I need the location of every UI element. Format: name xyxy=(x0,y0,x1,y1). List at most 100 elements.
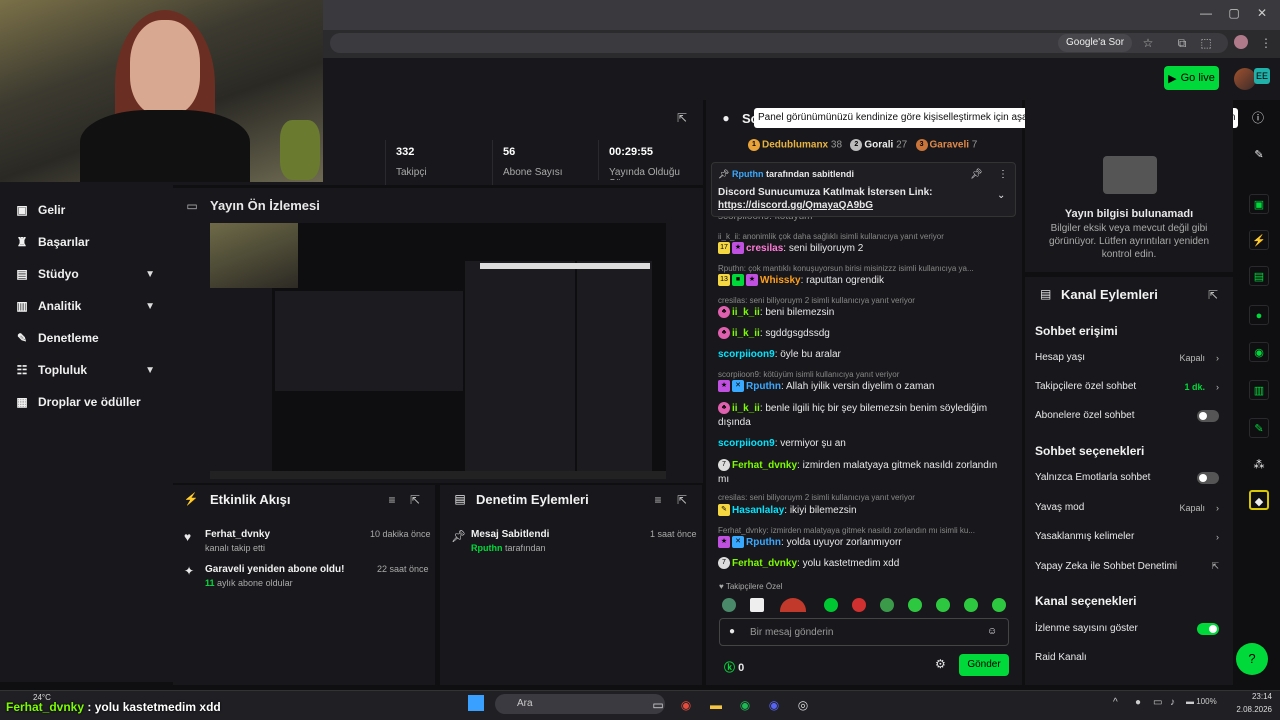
emote-icon[interactable] xyxy=(964,598,978,612)
chat-username[interactable]: ii_k_ii xyxy=(732,403,760,414)
chat-input-placeholder: Bir mesaj gönderin xyxy=(750,627,834,638)
chevron-down-icon[interactable]: ⌄ xyxy=(997,190,1005,201)
sidebar-item-moderation[interactable]: ✎ Denetleme xyxy=(15,328,165,348)
pinned-by: Rputhn xyxy=(731,169,764,179)
chat-icon[interactable]: ● xyxy=(1249,305,1269,325)
battery-indicator[interactable]: ▬ 100% xyxy=(1186,697,1217,706)
chat-username[interactable]: Hasanlalay xyxy=(732,505,784,516)
sidebar-item-community[interactable]: ☷ Topluluk ▼ xyxy=(15,360,165,380)
ai-moderation-row[interactable]: Yapay Zeka ile Sohbet Denetimi ⇱ xyxy=(1035,561,1225,572)
channel-points[interactable]: ⓚ 0 xyxy=(724,659,744,675)
chat-message: ★ ✕ Rputhn: Allah iyilik versin diyelim o … xyxy=(718,380,1008,394)
subscriber-chat-row[interactable]: Abonelere özel sohbet xyxy=(1035,409,1225,422)
slow-mode-row[interactable]: Yavaş mod Kapalı › xyxy=(1035,502,1225,513)
mic-icon[interactable]: ● xyxy=(1135,697,1141,708)
chat-username[interactable]: Ferhat_dvnky xyxy=(732,558,797,569)
popout-icon[interactable]: ⇱ xyxy=(1205,287,1221,303)
smiley-icon[interactable]: ☺ xyxy=(987,626,997,637)
secondary-avatar[interactable]: EE xyxy=(1254,68,1270,84)
filter-icon[interactable]: ≡ xyxy=(384,492,400,508)
taskview-icon[interactable]: ▭ xyxy=(648,695,668,715)
settings-gear-icon[interactable]: ⚙ xyxy=(935,657,946,671)
emote-icon[interactable] xyxy=(908,598,922,612)
menu-icon[interactable]: ⋮ xyxy=(1258,35,1274,51)
drops-icon[interactable]: ◆ xyxy=(1249,490,1269,510)
profile-avatar[interactable] xyxy=(1234,35,1248,49)
chat-username[interactable]: scorpiioon9 xyxy=(718,438,775,449)
info-icon[interactable]: ⓘ xyxy=(1250,110,1266,126)
chat-username[interactable]: Whissky xyxy=(760,275,801,286)
send-button[interactable]: Gönder xyxy=(959,654,1009,676)
spotify-icon[interactable]: ◉ xyxy=(735,695,755,715)
taskbar-search[interactable]: Ara xyxy=(495,694,665,714)
maximize-button[interactable]: ▢ xyxy=(1224,6,1244,22)
row-label: Yavaş mod xyxy=(1035,502,1085,513)
filter-icon[interactable]: ≡ xyxy=(650,492,666,508)
chat-username[interactable]: Rputhn xyxy=(746,537,781,548)
cast-icon[interactable]: ⧉ xyxy=(1174,35,1190,51)
sidebar-item-analytics[interactable]: ▥ Analitik ▼ xyxy=(15,296,165,316)
chat-username[interactable]: Ferhat_dvnky xyxy=(732,460,797,471)
chrome-icon[interactable]: ◉ xyxy=(676,695,696,715)
emote-icon[interactable] xyxy=(992,598,1006,612)
emote-only-toggle[interactable] xyxy=(1197,471,1219,484)
show-views-toggle[interactable] xyxy=(1197,622,1219,635)
chat-username[interactable]: ii_k_ii xyxy=(732,328,760,339)
tray-chevron-icon[interactable]: ^ xyxy=(1113,697,1118,708)
clock-time[interactable]: 23:14 xyxy=(1240,692,1272,701)
stream-preview-video[interactable] xyxy=(210,223,666,479)
popout-icon[interactable]: ⇱ xyxy=(674,110,690,126)
extensions-icon[interactable]: ⬚ xyxy=(1198,35,1214,51)
emote-only-row[interactable]: Yalnızca Emotlarla sohbet xyxy=(1035,471,1225,484)
lightning-icon[interactable]: ⚡ xyxy=(1249,230,1269,250)
sidebar-item-achievements[interactable]: ♜ Başarılar xyxy=(15,232,165,252)
go-live-button[interactable]: ▶ Go live xyxy=(1164,66,1219,90)
document-icon[interactable]: ▤ xyxy=(1249,266,1269,286)
popout-icon[interactable]: ⇱ xyxy=(407,492,423,508)
banned-words-row[interactable]: Yasaklanmış kelimeler › xyxy=(1035,531,1225,542)
network-icon[interactable]: ▭ xyxy=(1153,697,1162,708)
emote-picker-icon[interactable]: ● xyxy=(729,626,735,637)
star-icon[interactable]: ☆ xyxy=(1140,35,1156,51)
community-icon[interactable]: ⁂ xyxy=(1249,455,1269,475)
emote-icon[interactable] xyxy=(722,598,736,612)
broadcast-icon[interactable]: ◉ xyxy=(1249,342,1269,362)
chat-username[interactable]: ii_k_ii xyxy=(732,307,760,318)
preview-title: Yayın Ön İzlemesi xyxy=(210,198,320,213)
pinned-link[interactable]: https://discord.gg/QmayaQA9bG xyxy=(718,200,873,211)
volume-icon[interactable]: ♪ xyxy=(1170,697,1175,708)
emote-icon[interactable] xyxy=(750,598,764,612)
follower-chat-row[interactable]: Takipçilere özel sohbet 1 dk. › xyxy=(1035,381,1225,392)
windows-start-icon[interactable] xyxy=(468,695,484,711)
emote-icon[interactable] xyxy=(880,598,894,612)
google-ask-chip[interactable]: Google'a Sor xyxy=(1058,34,1133,52)
emote-icon[interactable] xyxy=(936,598,950,612)
subscriber-chat-toggle[interactable] xyxy=(1197,409,1219,422)
discord-icon[interactable]: ◉ xyxy=(764,695,784,715)
layout-icon[interactable]: ▥ xyxy=(1249,380,1269,400)
more-icon[interactable]: ⋮ xyxy=(998,169,1008,180)
popout-icon[interactable]: ⇱ xyxy=(674,492,690,508)
fullscreen-icon[interactable]: ▣ xyxy=(1249,194,1269,214)
raid-channel-row[interactable]: Raid Kanalı xyxy=(1035,652,1225,663)
account-age-row[interactable]: Hesap yaşı Kapalı › xyxy=(1035,352,1225,363)
emote-icon[interactable] xyxy=(852,598,866,612)
close-button[interactable]: ✕ xyxy=(1252,6,1272,22)
edit-icon[interactable]: ✎ xyxy=(1249,145,1269,165)
emote-icon[interactable] xyxy=(824,598,838,612)
user-avatar[interactable] xyxy=(1234,68,1256,90)
chat-username[interactable]: cresilas xyxy=(746,243,783,254)
chat-username[interactable]: scorpiioon9 xyxy=(718,349,775,360)
help-icon[interactable]: ? xyxy=(1236,643,1268,675)
unpin-icon[interactable]: 📌︎ xyxy=(970,169,983,180)
wrench-icon[interactable]: ✎ xyxy=(1249,418,1269,438)
moderation-title: Denetim Eylemleri xyxy=(476,492,589,507)
show-views-row[interactable]: İzlenme sayısını göster xyxy=(1035,622,1225,635)
chat-username[interactable]: Rputhn xyxy=(746,381,781,392)
sidebar-item-income[interactable]: ▣ Gelir xyxy=(15,200,165,220)
obs-icon[interactable]: ◎ xyxy=(793,695,813,715)
folder-icon[interactable]: ▬ xyxy=(706,695,726,715)
sidebar-item-studio[interactable]: ▤ Stüdyo ▼ xyxy=(15,264,165,284)
minimize-button[interactable]: — xyxy=(1196,6,1216,22)
sidebar-item-drops[interactable]: ▦ Droplar ve ödüller xyxy=(15,392,165,412)
